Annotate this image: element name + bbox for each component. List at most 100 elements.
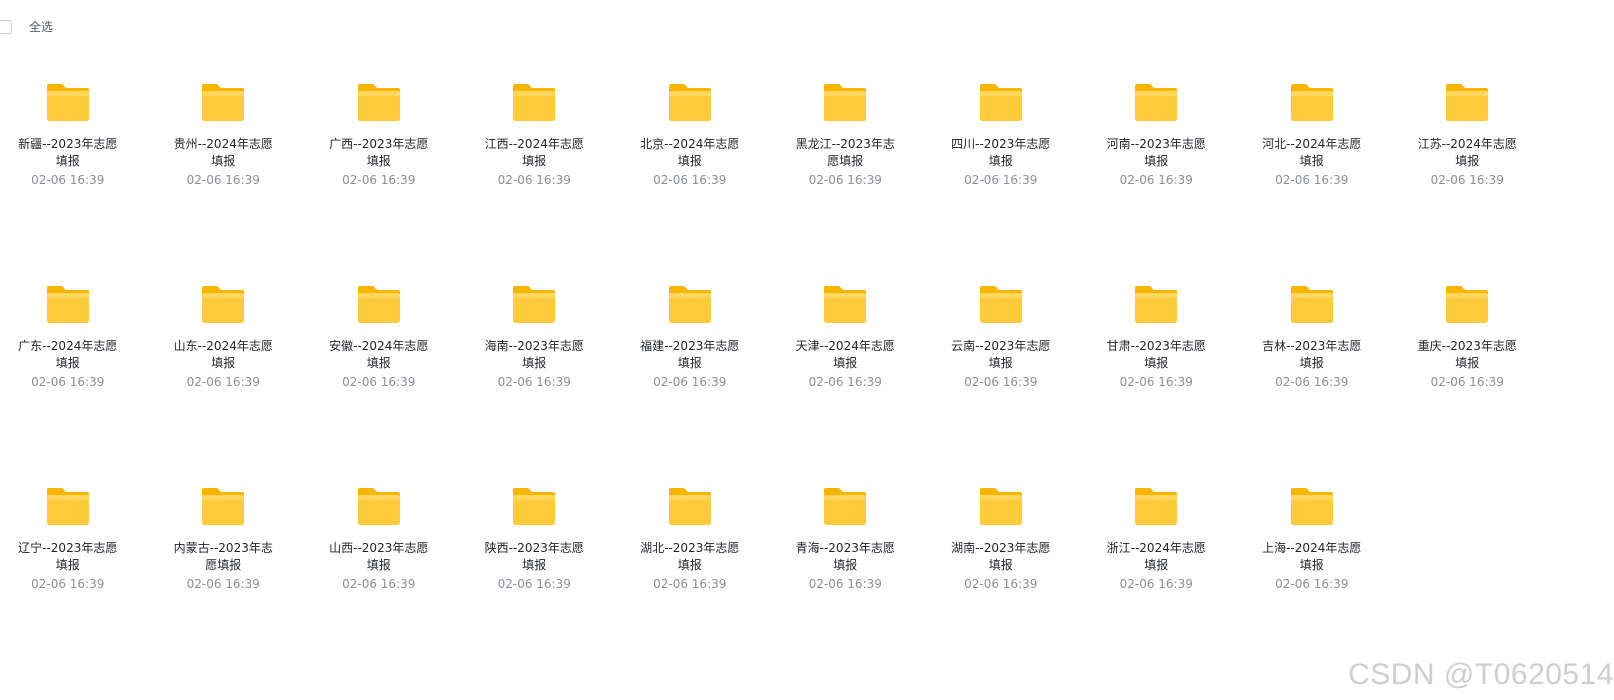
- folder-date: 02-06 16:39: [342, 375, 416, 389]
- folder-item[interactable]: 吉林--2023年志愿填报 02-06 16:39: [1234, 280, 1390, 482]
- folder-name: 山西--2023年志愿填报: [329, 541, 429, 572]
- folder-item[interactable]: 海南--2023年志愿填报 02-06 16:39: [457, 280, 613, 482]
- folder-item[interactable]: 陕西--2023年志愿填报 02-06 16:39: [457, 482, 613, 684]
- folder-icon: [202, 488, 245, 525]
- folder-date: 02-06 16:39: [1430, 173, 1504, 187]
- folder-date: 02-06 16:39: [808, 375, 882, 389]
- folder-item[interactable]: 安徽--2024年志愿填报 02-06 16:39: [301, 280, 457, 482]
- folder-name: 重庆--2023年志愿填报: [1417, 339, 1517, 370]
- folder-icon: [1290, 488, 1333, 525]
- folder-name: 甘肃--2023年志愿填报: [1106, 339, 1206, 370]
- folder-date: 02-06 16:39: [653, 173, 727, 187]
- folder-icon: [824, 488, 867, 525]
- folder-icon: [357, 84, 400, 121]
- folder-name: 青海--2023年志愿填报: [795, 541, 895, 572]
- select-all-label: 全选: [29, 20, 54, 34]
- folder-icon: [668, 488, 711, 525]
- folder-icon: [202, 286, 245, 323]
- folder-name: 内蒙古--2023年志愿填报: [173, 541, 273, 572]
- folder-date: 02-06 16:39: [1430, 375, 1504, 389]
- folder-icon: [668, 286, 711, 323]
- folder-name: 广东--2024年志愿填报: [18, 339, 118, 370]
- folder-item[interactable]: 天津--2024年志愿填报 02-06 16:39: [768, 280, 924, 482]
- select-all-control[interactable]: 全选: [0, 18, 53, 36]
- folder-name: 湖北--2023年志愿填报: [640, 541, 740, 572]
- folder-date: 02-06 16:39: [964, 375, 1038, 389]
- folder-icon: [357, 286, 400, 323]
- folder-date: 02-06 16:39: [186, 577, 260, 591]
- folder-item[interactable]: 河南--2023年志愿填报 02-06 16:39: [1079, 78, 1235, 280]
- folder-icon: [46, 84, 89, 121]
- folder-date: 02-06 16:39: [342, 577, 416, 591]
- folder-icon: [979, 286, 1022, 323]
- folder-item[interactable]: 江苏--2024年志愿填报 02-06 16:39: [1390, 78, 1546, 280]
- folder-item[interactable]: 山东--2024年志愿填报 02-06 16:39: [146, 280, 302, 482]
- folder-item[interactable]: 甘肃--2023年志愿填报 02-06 16:39: [1079, 280, 1235, 482]
- folder-date: 02-06 16:39: [653, 375, 727, 389]
- folder-icon: [668, 84, 711, 121]
- folder-date: 02-06 16:39: [497, 173, 571, 187]
- folder-icon: [513, 488, 556, 525]
- folder-grid: 新疆--2023年志愿填报 02-06 16:39 贵州--2024年志愿填报 …: [0, 78, 1545, 684]
- folder-item[interactable]: 青海--2023年志愿填报 02-06 16:39: [768, 482, 924, 684]
- folder-icon: [1135, 84, 1178, 121]
- folder-icon: [824, 286, 867, 323]
- folder-name: 浙江--2024年志愿填报: [1106, 541, 1206, 572]
- folder-date: 02-06 16:39: [1275, 173, 1349, 187]
- folder-name: 云南--2023年志愿填报: [951, 339, 1051, 370]
- folder-name: 广西--2023年志愿填报: [329, 137, 429, 168]
- folder-item[interactable]: 山西--2023年志愿填报 02-06 16:39: [301, 482, 457, 684]
- folder-icon: [46, 488, 89, 525]
- folder-date: 02-06 16:39: [186, 173, 260, 187]
- folder-icon: [357, 488, 400, 525]
- folder-name: 天津--2024年志愿填报: [795, 339, 895, 370]
- folder-item[interactable]: 云南--2023年志愿填报 02-06 16:39: [923, 280, 1079, 482]
- folder-name: 吉林--2023年志愿填报: [1262, 339, 1362, 370]
- folder-icon: [824, 84, 867, 121]
- folder-name: 安徽--2024年志愿填报: [329, 339, 429, 370]
- select-all-checkbox[interactable]: [0, 20, 12, 34]
- folder-item[interactable]: 福建--2023年志愿填报 02-06 16:39: [612, 280, 768, 482]
- folder-item[interactable]: 辽宁--2023年志愿填报 02-06 16:39: [0, 482, 146, 684]
- folder-name: 上海--2024年志愿填报: [1262, 541, 1362, 572]
- folder-item[interactable]: 新疆--2023年志愿填报 02-06 16:39: [0, 78, 146, 280]
- folder-item[interactable]: 黑龙江--2023年志愿填报 02-06 16:39: [768, 78, 924, 280]
- folder-icon: [202, 84, 245, 121]
- folder-item[interactable]: 贵州--2024年志愿填报 02-06 16:39: [146, 78, 302, 280]
- folder-item[interactable]: 北京--2024年志愿填报 02-06 16:39: [612, 78, 768, 280]
- folder-name: 新疆--2023年志愿填报: [18, 137, 118, 168]
- folder-icon: [1290, 286, 1333, 323]
- folder-item[interactable]: 湖北--2023年志愿填报 02-06 16:39: [612, 482, 768, 684]
- folder-item[interactable]: 广东--2024年志愿填报 02-06 16:39: [0, 280, 146, 482]
- folder-date: 02-06 16:39: [31, 577, 105, 591]
- folder-item[interactable]: 四川--2023年志愿填报 02-06 16:39: [923, 78, 1079, 280]
- folder-item[interactable]: 上海--2024年志愿填报 02-06 16:39: [1234, 482, 1390, 684]
- folder-date: 02-06 16:39: [1119, 375, 1193, 389]
- folder-name: 陕西--2023年志愿填报: [484, 541, 584, 572]
- folder-item[interactable]: 内蒙古--2023年志愿填报 02-06 16:39: [146, 482, 302, 684]
- folder-name: 福建--2023年志愿填报: [640, 339, 740, 370]
- folder-item[interactable]: 河北--2024年志愿填报 02-06 16:39: [1234, 78, 1390, 280]
- folder-date: 02-06 16:39: [1275, 577, 1349, 591]
- folder-item[interactable]: 湖南--2023年志愿填报 02-06 16:39: [923, 482, 1079, 684]
- folder-name: 贵州--2024年志愿填报: [173, 137, 273, 168]
- folder-date: 02-06 16:39: [342, 173, 416, 187]
- folder-item[interactable]: 广西--2023年志愿填报 02-06 16:39: [301, 78, 457, 280]
- folder-icon: [979, 488, 1022, 525]
- folder-name: 湖南--2023年志愿填报: [951, 541, 1051, 572]
- folder-name: 江苏--2024年志愿填报: [1417, 137, 1517, 168]
- folder-name: 海南--2023年志愿填报: [484, 339, 584, 370]
- folder-date: 02-06 16:39: [1275, 375, 1349, 389]
- folder-name: 河南--2023年志愿填报: [1106, 137, 1206, 168]
- folder-date: 02-06 16:39: [808, 173, 882, 187]
- folder-icon: [46, 286, 89, 323]
- folder-item[interactable]: 浙江--2024年志愿填报 02-06 16:39: [1079, 482, 1235, 684]
- folder-icon: [1446, 84, 1489, 121]
- folder-icon: [1135, 488, 1178, 525]
- folder-date: 02-06 16:39: [186, 375, 260, 389]
- folder-item[interactable]: 江西--2024年志愿填报 02-06 16:39: [457, 78, 613, 280]
- folder-icon: [1135, 286, 1178, 323]
- folder-date: 02-06 16:39: [964, 577, 1038, 591]
- folder-item[interactable]: 重庆--2023年志愿填报 02-06 16:39: [1390, 280, 1546, 482]
- folder-name: 山东--2024年志愿填报: [173, 339, 273, 370]
